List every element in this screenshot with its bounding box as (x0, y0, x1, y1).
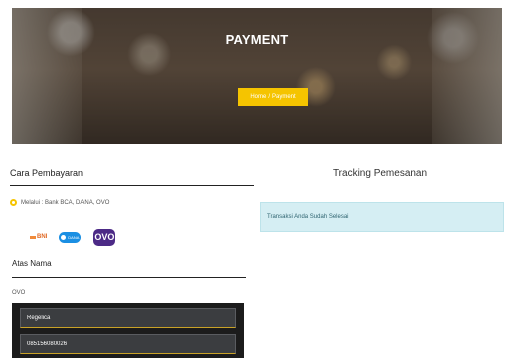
dana-logo: DANA (59, 231, 82, 243)
payment-method-text: Melalui : Bank BCA, DANA, OVO (21, 199, 110, 206)
ovo-logo: OVO (93, 228, 116, 246)
account-name-field[interactable] (20, 308, 236, 328)
status-alert: Transaksi Anda Sudah Selesai (260, 202, 504, 232)
tracking-heading: Tracking Pemesanan (332, 168, 428, 179)
account-name-divider (12, 277, 246, 278)
page-title: PAYMENT (225, 32, 289, 47)
hero-overlay (12, 8, 502, 144)
bni-logo-text: BNI (37, 234, 48, 240)
dana-mark-icon (61, 234, 67, 240)
hero-banner: PAYMENT Home / Payment (12, 8, 502, 144)
bni-logo: BNI (30, 234, 47, 240)
bni-mark-icon (30, 235, 36, 239)
dana-logo-text: DANA (68, 234, 80, 240)
account-provider-text: OVO (12, 290, 26, 296)
breadcrumb-separator: / (268, 94, 270, 100)
status-message: Transaksi Anda Sudah Selesai (267, 214, 349, 220)
payment-method-heading: Cara Pembayaran (10, 168, 84, 178)
payment-logos: BNI DANA OVO (30, 228, 130, 246)
account-number-field[interactable] (20, 334, 236, 354)
breadcrumb: Home / Payment (238, 88, 308, 106)
payment-method-divider (10, 185, 254, 186)
account-name-heading: Atas Nama (12, 259, 52, 268)
breadcrumb-current: Payment (272, 94, 296, 100)
account-details-form (12, 303, 244, 358)
breadcrumb-home-link[interactable]: Home (250, 94, 266, 100)
radio-dot-icon (10, 199, 17, 206)
payment-method-option: Melalui : Bank BCA, DANA, OVO (10, 199, 109, 206)
